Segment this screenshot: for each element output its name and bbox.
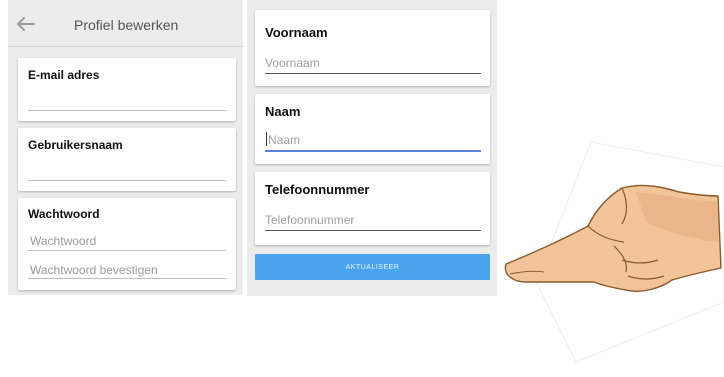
- firstname-input[interactable]: Voornaam: [265, 56, 320, 70]
- password-confirm-underline: [28, 278, 226, 279]
- username-field[interactable]: [28, 180, 226, 181]
- profile-edit-screen-right: Voornaam Voornaam Naam Naam Telefoonnumm…: [247, 0, 497, 296]
- password-card: Wachtwoord Wachtwoord Wachtwoord bevesti…: [18, 198, 236, 290]
- update-button[interactable]: AKTUALISEER: [255, 254, 490, 280]
- password-label: Wachtwoord: [28, 207, 100, 221]
- email-field[interactable]: [28, 110, 226, 111]
- phone-card: Telefoonnummer Telefoonnummer: [255, 172, 490, 245]
- password-confirm-input[interactable]: Wachtwoord bevestigen: [30, 263, 158, 277]
- email-card: E-mail adres: [18, 58, 236, 121]
- lastname-label: Naam: [265, 104, 301, 119]
- lastname-input[interactable]: Naam: [268, 133, 300, 147]
- arrow-left-icon[interactable]: [14, 15, 36, 33]
- email-label: E-mail adres: [28, 68, 100, 82]
- phone-underline: [265, 230, 481, 231]
- page-title: Profiel bewerken: [74, 17, 179, 33]
- firstname-underline: [265, 73, 481, 74]
- pointing-hand-icon: [496, 122, 724, 372]
- password-underline: [28, 250, 226, 251]
- password-input[interactable]: Wachtwoord: [30, 234, 96, 248]
- firstname-card: Voornaam Voornaam: [255, 10, 490, 86]
- profile-edit-screen-left: Profiel bewerken E-mail adres Gebruikers…: [8, 0, 243, 295]
- app-bar: Profiel bewerken: [8, 0, 243, 47]
- phone-label: Telefoonnummer: [265, 182, 370, 197]
- lastname-card: Naam Naam: [255, 94, 490, 164]
- username-card: Gebruikersnaam: [18, 128, 236, 191]
- firstname-label: Voornaam: [265, 25, 328, 40]
- lastname-focus-underline: [265, 150, 481, 152]
- phone-input[interactable]: Telefoonnummer: [265, 213, 354, 227]
- text-cursor: [266, 132, 267, 146]
- username-label: Gebruikersnaam: [28, 138, 123, 152]
